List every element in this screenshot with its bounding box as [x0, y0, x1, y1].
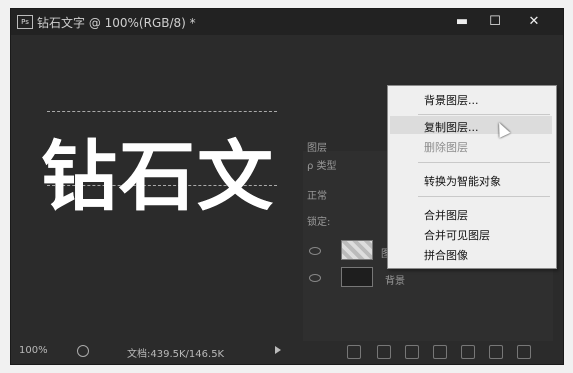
link-layers-icon[interactable]: [347, 345, 361, 359]
visibility-eye-icon[interactable]: [309, 247, 321, 255]
lock-label: 锁定:: [307, 217, 331, 228]
photoshop-app-icon: Ps: [17, 15, 33, 29]
status-icon[interactable]: [77, 345, 89, 357]
selection-marquee-top: [47, 111, 277, 112]
layer-thumbnail[interactable]: [341, 267, 373, 287]
menu-separator: [418, 162, 550, 163]
visibility-eye-icon[interactable]: [309, 274, 321, 282]
title-bar: Ps 钻石文字 @ 100%(RGB/8) * ▬ ☐ ✕: [11, 9, 563, 35]
folder-icon[interactable]: [461, 345, 475, 359]
layer-filter-dropdown[interactable]: ρ 类型: [307, 157, 337, 172]
trash-icon[interactable]: [517, 345, 531, 359]
mask-icon[interactable]: [405, 345, 419, 359]
blend-mode-dropdown[interactable]: 正常: [307, 187, 327, 202]
context-menu: 背景图层... 复制图层... 删除图层 转换为智能对象 合并图层 合并可见图层…: [387, 85, 557, 269]
document-title: 钻石文字 @ 100%(RGB/8) *: [37, 16, 196, 30]
status-bar: 100% 文档:439.5K/146.5K: [11, 341, 563, 363]
menu-item-duplicate-layer[interactable]: 复制图层...: [424, 119, 479, 135]
status-arrow-icon[interactable]: [275, 346, 281, 354]
menu-separator: [418, 196, 550, 197]
layer-thumbnail[interactable]: [341, 240, 373, 260]
close-button[interactable]: ✕: [523, 12, 545, 32]
layers-panel-title: 图层: [307, 143, 327, 154]
zoom-level[interactable]: 100%: [19, 345, 48, 356]
canvas-text: 钻石文: [41, 132, 275, 221]
minimize-button[interactable]: ▬: [451, 12, 473, 32]
menu-item-merge-layers[interactable]: 合并图层: [424, 207, 468, 223]
adjustment-icon[interactable]: [433, 345, 447, 359]
menu-item-convert-smart-object[interactable]: 转换为智能对象: [424, 173, 501, 189]
document-info: 文档:439.5K/146.5K: [127, 349, 225, 360]
new-layer-icon[interactable]: [489, 345, 503, 359]
menu-separator: [418, 114, 550, 115]
layer-name[interactable]: 背景: [385, 272, 405, 287]
menu-item-flatten-image[interactable]: 拼合图像: [424, 247, 468, 263]
menu-item-delete-layer[interactable]: 删除图层: [424, 139, 468, 155]
maximize-button[interactable]: ☐: [484, 12, 506, 32]
menu-item-background-layer[interactable]: 背景图层...: [424, 92, 479, 108]
fx-icon[interactable]: [377, 345, 391, 359]
menu-item-merge-visible[interactable]: 合并可见图层: [424, 227, 490, 243]
